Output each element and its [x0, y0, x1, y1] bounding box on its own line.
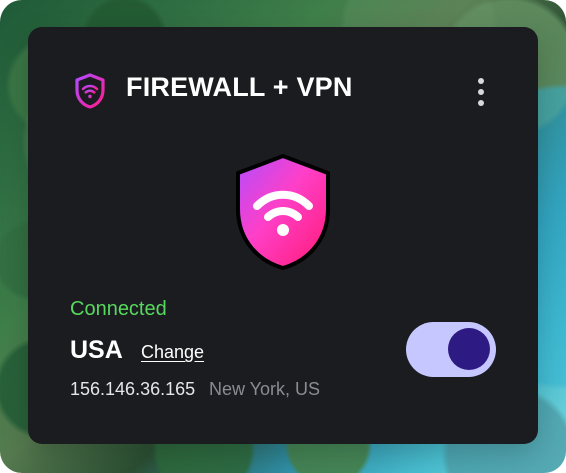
- ip-address: 156.146.36.165: [70, 379, 196, 399]
- connection-status: Connected: [70, 298, 167, 320]
- server-location: New York, US: [209, 379, 321, 399]
- toggle-thumb: [448, 328, 490, 370]
- more-options-button[interactable]: [473, 78, 489, 106]
- vpn-toggle[interactable]: [406, 322, 496, 377]
- vpn-widget-card: FIREWALL + VPN Connected USA Change 156.…: [28, 27, 538, 444]
- menu-dot-icon: [478, 100, 484, 106]
- menu-dot-icon: [478, 78, 484, 84]
- app-title: FIREWALL + VPN: [126, 72, 353, 102]
- background-photo: FIREWALL + VPN Connected USA Change 156.…: [0, 0, 566, 473]
- country-name: USA: [70, 336, 123, 364]
- menu-dot-icon: [478, 89, 484, 95]
- shield-wifi-icon: [236, 154, 330, 270]
- shield-wifi-icon: [75, 73, 105, 109]
- change-location-link[interactable]: Change: [141, 343, 204, 361]
